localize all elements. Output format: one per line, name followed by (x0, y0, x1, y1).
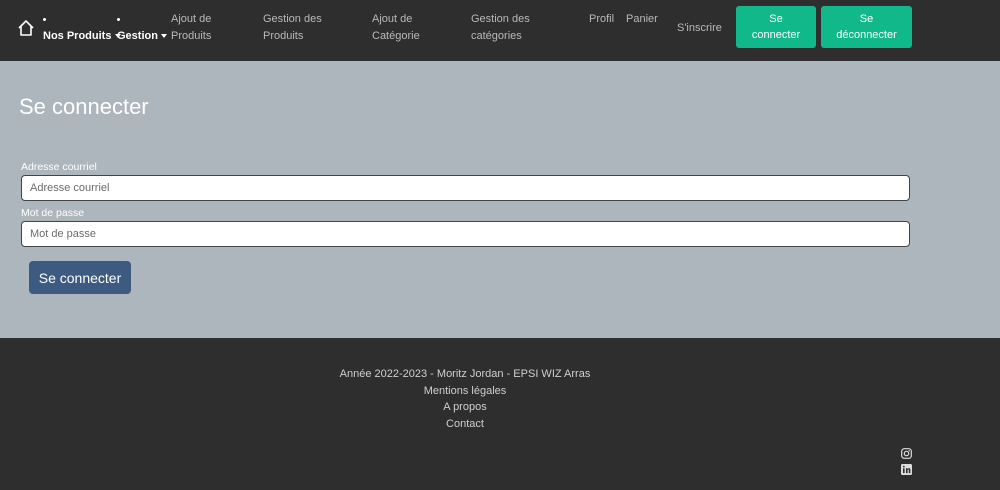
dropdown-nos-produits[interactable]: Nos Produits (43, 28, 121, 45)
home-icon[interactable] (17, 19, 35, 37)
bullet-icon (117, 18, 120, 21)
email-label: Adresse courriel (21, 161, 97, 173)
nav-gestion-produits[interactable]: Gestion des Produits (263, 11, 338, 45)
nav-ajout-categorie[interactable]: Ajout de Catégorie (372, 11, 442, 45)
email-field[interactable] (21, 175, 910, 201)
login-section: Se connecter Adresse courriel Mot de pas… (0, 61, 1000, 338)
dropdown-nos-produits-label: Nos Produits (43, 30, 112, 42)
connect-button[interactable]: Se connecter (736, 6, 816, 48)
footer: Année 2022-2023 - Moritz Jordan - EPSI W… (0, 338, 1000, 490)
page-title: Se connecter (19, 94, 149, 119)
footer-about-link[interactable]: A propos (0, 401, 965, 413)
dropdown-gestion-label: Gestion (117, 30, 158, 42)
linkedin-icon[interactable] (901, 462, 912, 475)
caret-down-icon (161, 34, 168, 39)
bullet-icon (43, 18, 46, 21)
password-field[interactable] (21, 221, 910, 247)
nav-ajout-produits[interactable]: Ajout de Produits (171, 11, 241, 45)
dropdown-gestion[interactable]: Gestion (117, 28, 168, 45)
footer-credits: Année 2022-2023 - Moritz Jordan - EPSI W… (339, 368, 591, 380)
nav-gestion-categories[interactable]: Gestion des catégories (471, 11, 551, 45)
password-label: Mot de passe (21, 207, 85, 219)
disconnect-button[interactable]: Se déconnecter (821, 6, 912, 48)
footer-legal-link[interactable]: Mentions légales (0, 385, 965, 397)
nav-profil[interactable]: Profil (589, 11, 614, 28)
login-submit-button[interactable]: Se connecter (29, 261, 131, 294)
footer-contact-link[interactable]: Contact (0, 418, 965, 430)
instagram-icon[interactable] (901, 446, 912, 459)
navbar: Nos Produits Gestion Ajout de Produits G… (0, 0, 1000, 61)
nav-inscrire[interactable]: S'inscrire (677, 20, 722, 37)
nav-panier[interactable]: Panier (626, 11, 658, 28)
